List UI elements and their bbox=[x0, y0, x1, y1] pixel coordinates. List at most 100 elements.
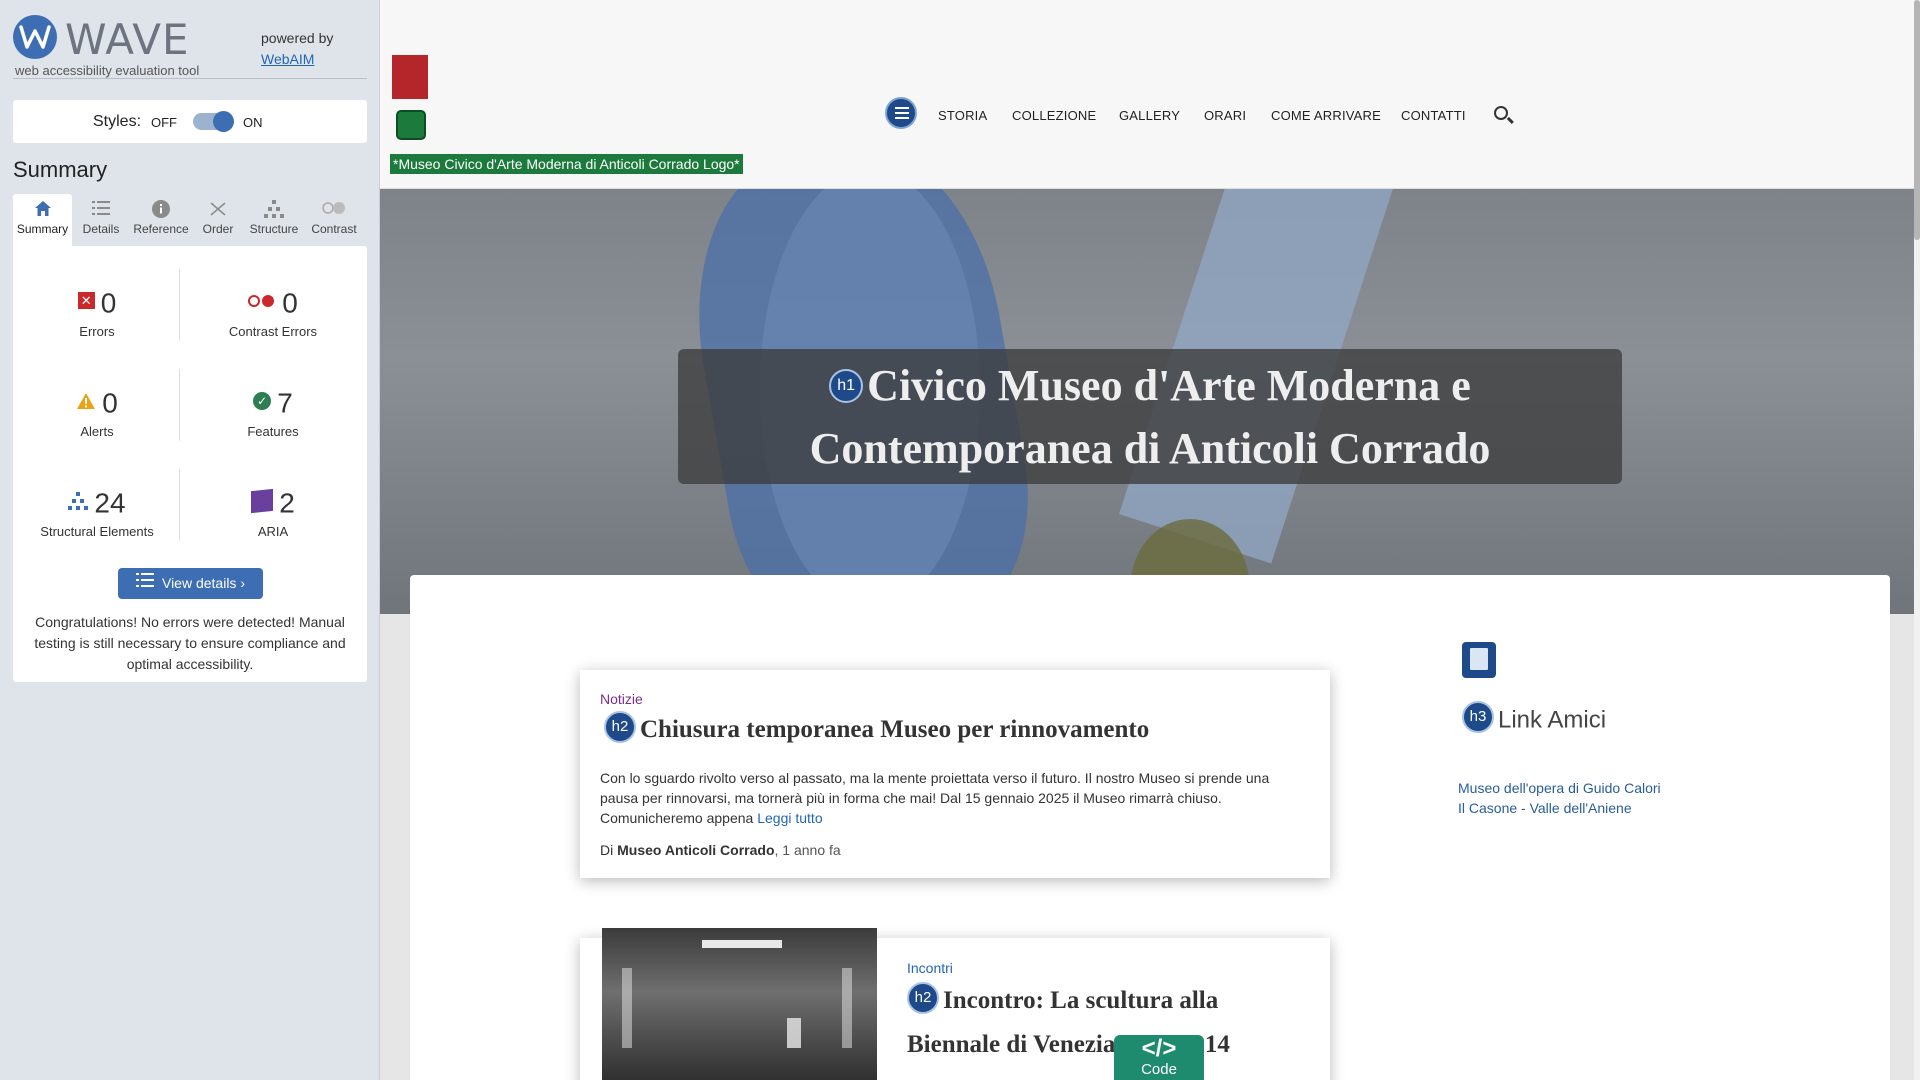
view-details-button[interactable]: View details › bbox=[118, 568, 263, 599]
styles-off-label: OFF bbox=[151, 115, 177, 130]
search-icon[interactable] bbox=[1494, 106, 1508, 120]
tab-summary[interactable]: Summary bbox=[13, 194, 72, 246]
post-thumbnail-image[interactable] bbox=[602, 928, 877, 1080]
post-by: Di bbox=[600, 842, 614, 858]
toggle-knob bbox=[213, 111, 234, 132]
aside-heading-text: Link Amici bbox=[1498, 706, 1607, 734]
museum-logo-image[interactable] bbox=[392, 55, 428, 99]
h2-badge-icon: h2 bbox=[907, 982, 939, 1015]
tab-order-label: Order bbox=[202, 222, 234, 236]
read-more-link[interactable]: Leggi tutto bbox=[757, 810, 822, 826]
aside-region-icon bbox=[1462, 642, 1496, 678]
tab-reference[interactable]: Reference bbox=[130, 194, 192, 246]
alerts-label: Alerts bbox=[80, 424, 114, 439]
site-page: *Museo Civico d'Arte Moderna di Anticoli… bbox=[380, 0, 1920, 1080]
wave-header: WAVE web accessibility evaluation tool p… bbox=[13, 13, 367, 79]
code-label: Code bbox=[1141, 1061, 1177, 1078]
stat-aria[interactable]: 2 ARIA bbox=[193, 486, 353, 539]
post-title-text: Chiusura temporanea Museo per rinnovamen… bbox=[640, 716, 1150, 743]
aside-link-casone[interactable]: Il Casone - Valle dell'Aniene bbox=[1458, 800, 1632, 816]
structural-count: 24 bbox=[94, 487, 126, 519]
post-category[interactable]: Incontri bbox=[907, 960, 953, 976]
webaim-link[interactable]: WebAIM bbox=[261, 51, 314, 67]
nav-gallery[interactable]: GALLERY bbox=[1119, 108, 1180, 123]
logo-alt-text: *Museo Civico d'Arte Moderna di Anticoli… bbox=[390, 154, 743, 174]
aside-heading: h3 Link Amici bbox=[1462, 701, 1607, 737]
list-icon bbox=[135, 567, 154, 598]
tab-structure[interactable]: Structure bbox=[244, 194, 304, 246]
post-card: Notizie h2 Chiusura temporanea Museo per … bbox=[580, 670, 1330, 878]
post-title[interactable]: h2 Incontro: La scultura alla Biennale di… bbox=[907, 979, 1267, 1067]
nav-list-icon bbox=[885, 97, 917, 129]
aside-link-calori[interactable]: Museo dell'opera di Guido Calori bbox=[1458, 780, 1661, 796]
error-icon: ✕ bbox=[77, 292, 95, 310]
nav-contatti[interactable]: CONTATTI bbox=[1401, 108, 1466, 123]
errors-count: 0 bbox=[100, 287, 117, 319]
info-icon bbox=[130, 194, 192, 220]
features-label: Features bbox=[247, 424, 299, 439]
structural-label: Structural Elements bbox=[40, 524, 154, 539]
summary-panel: ✕ 0 Errors 0 Contrast Errors 0 Alerts ✓ 7 … bbox=[13, 246, 367, 682]
code-icon: </> bbox=[1141, 1035, 1177, 1062]
hero-title-box: h1 Civico Museo d'Arte Moderna e Contempo… bbox=[678, 349, 1622, 484]
h3-badge-icon: h3 bbox=[1462, 701, 1494, 733]
post-date: , 1 anno fa bbox=[774, 842, 841, 858]
h2-badge-icon: h2 bbox=[604, 711, 636, 744]
post-excerpt: Con lo sguardo rivolto verso al passato,… bbox=[600, 768, 1300, 828]
post-meta: Di Museo Anticoli Corrado, 1 anno fa bbox=[600, 842, 841, 858]
hero-title-text: Civico Museo d'Arte Moderna e Contempora… bbox=[809, 361, 1491, 473]
nav-collezione[interactable]: COLLEZIONE bbox=[1012, 108, 1096, 123]
nav-orari[interactable]: ORARI bbox=[1204, 108, 1246, 123]
home-icon bbox=[13, 194, 72, 220]
view-details-label: View details › bbox=[161, 575, 245, 591]
styles-toggle[interactable] bbox=[193, 111, 234, 132]
order-icon bbox=[192, 194, 244, 220]
alert-icon bbox=[76, 385, 96, 417]
tab-details[interactable]: Details bbox=[72, 194, 130, 246]
wave-tagline: web accessibility evaluation tool bbox=[15, 63, 200, 78]
styles-toggle-box: Styles: OFF ON bbox=[13, 100, 367, 143]
tab-structure-label: Structure bbox=[249, 222, 299, 236]
page-scrollbar[interactable] bbox=[1914, 0, 1920, 1080]
aria-icon bbox=[251, 488, 274, 513]
site-header: *Museo Civico d'Arte Moderna di Anticoli… bbox=[380, 0, 1920, 189]
nav-come-arrivare[interactable]: COME ARRIVARE bbox=[1271, 108, 1381, 123]
structure-icon bbox=[68, 485, 89, 517]
tab-order[interactable]: Order bbox=[192, 194, 244, 246]
divider bbox=[179, 469, 180, 541]
stat-alerts[interactable]: 0 Alerts bbox=[17, 386, 177, 439]
tab-contrast[interactable]: Contrast bbox=[304, 194, 364, 246]
tab-summary-label: Summary bbox=[16, 222, 69, 236]
post-title[interactable]: h2 Chiusura temporanea Museo per rinnovam… bbox=[604, 711, 1304, 748]
congrats-message: Congratulations! No errors were detected… bbox=[34, 614, 346, 672]
divider bbox=[179, 369, 180, 441]
link-icon[interactable] bbox=[396, 110, 426, 140]
contrast-errors-count: 0 bbox=[282, 287, 298, 319]
scrollbar-thumb[interactable] bbox=[1914, 0, 1920, 240]
h1-badge-icon: h1 bbox=[829, 368, 864, 403]
stat-contrast-errors[interactable]: 0 Contrast Errors bbox=[193, 286, 353, 339]
post-author[interactable]: Museo Anticoli Corrado bbox=[617, 842, 774, 858]
stat-structural[interactable]: 24 Structural Elements bbox=[17, 486, 177, 539]
hero-banner: h1 Civico Museo d'Arte Moderna e Contempo… bbox=[380, 189, 1920, 614]
contrast-error-icon bbox=[248, 294, 276, 308]
post-excerpt-text: Con lo sguardo rivolto verso al passato,… bbox=[600, 770, 1270, 826]
structure-icon bbox=[244, 194, 304, 220]
stat-errors[interactable]: ✕ 0 Errors bbox=[17, 286, 177, 339]
tab-reference-label: Reference bbox=[133, 222, 189, 236]
wave-logo-icon bbox=[13, 15, 57, 59]
contrast-errors-label: Contrast Errors bbox=[228, 324, 318, 339]
nav-storia[interactable]: STORIA bbox=[938, 108, 987, 123]
wave-tabs: Summary Details Reference Order Structur… bbox=[13, 194, 367, 246]
stat-features[interactable]: ✓ 7 Features bbox=[193, 386, 353, 439]
wave-brand: WAVE bbox=[65, 15, 190, 64]
styles-on-label: ON bbox=[243, 115, 263, 130]
list-icon bbox=[72, 194, 130, 220]
post-category[interactable]: Notizie bbox=[600, 691, 643, 707]
tab-contrast-label: Contrast bbox=[311, 222, 357, 236]
summary-title: Summary bbox=[13, 157, 108, 182]
code-toggle-button[interactable]: </> Code bbox=[1114, 1035, 1204, 1080]
page-title: h1 Civico Museo d'Arte Moderna e Contempo… bbox=[678, 349, 1622, 480]
alerts-count: 0 bbox=[102, 387, 118, 419]
contrast-icon bbox=[304, 194, 364, 220]
